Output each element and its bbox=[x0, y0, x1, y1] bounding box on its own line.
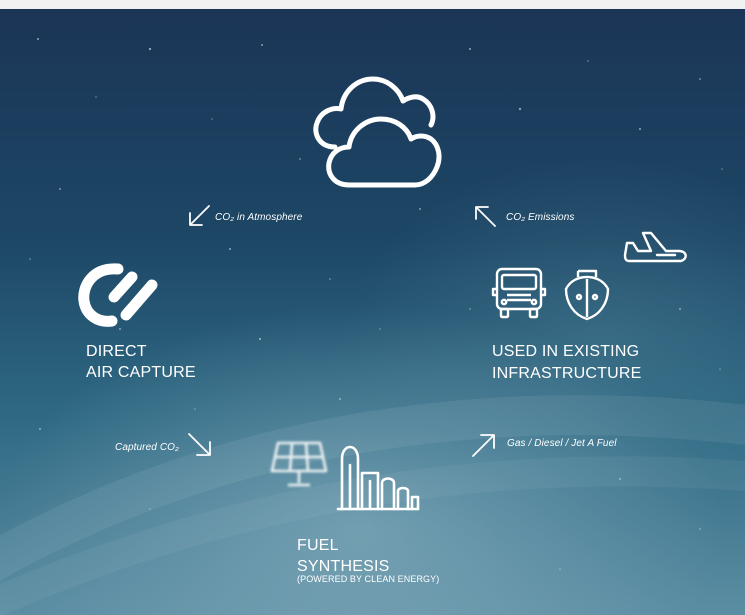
carbon-cycle-diagram: CO₂ in Atmosphere CO₂ Emissions DIRECT A… bbox=[0, 9, 745, 615]
arrow-label-captured-co2: Captured CO₂ bbox=[115, 442, 179, 453]
direct-air-capture-logo bbox=[78, 263, 158, 327]
node-existing-infrastructure-line2: INFRASTRUCTURE bbox=[492, 365, 642, 382]
cloud-icon bbox=[313, 76, 442, 188]
node-direct-air-capture-line2: AIR CAPTURE bbox=[86, 364, 196, 381]
top-strip bbox=[0, 0, 745, 9]
node-direct-air-capture-line1: DIRECT bbox=[86, 343, 147, 360]
ship-icon bbox=[564, 269, 610, 321]
arrow-label-fuels: Gas / Diesel / Jet A Fuel bbox=[507, 438, 617, 449]
refinery-icon bbox=[336, 445, 420, 511]
arrow-label-co2-emissions: CO₂ Emissions bbox=[506, 212, 575, 223]
arrow-up-right-icon bbox=[472, 434, 495, 457]
node-fuel-synthesis-line1: FUEL bbox=[297, 537, 339, 554]
arrow-down-left-icon bbox=[189, 205, 210, 226]
arrow-label-co2-in-atmosphere: CO₂ in Atmosphere bbox=[215, 212, 303, 223]
airplane-icon bbox=[623, 231, 687, 263]
solar-panel-icon bbox=[270, 441, 328, 487]
node-existing-infrastructure-line1: USED IN EXISTING bbox=[492, 343, 640, 360]
arrow-down-right-icon bbox=[188, 433, 211, 456]
node-fuel-synthesis-note: (POWERED BY CLEAN ENERGY) bbox=[297, 574, 440, 584]
arrow-up-left-icon bbox=[475, 206, 496, 227]
truck-icon bbox=[491, 267, 547, 319]
